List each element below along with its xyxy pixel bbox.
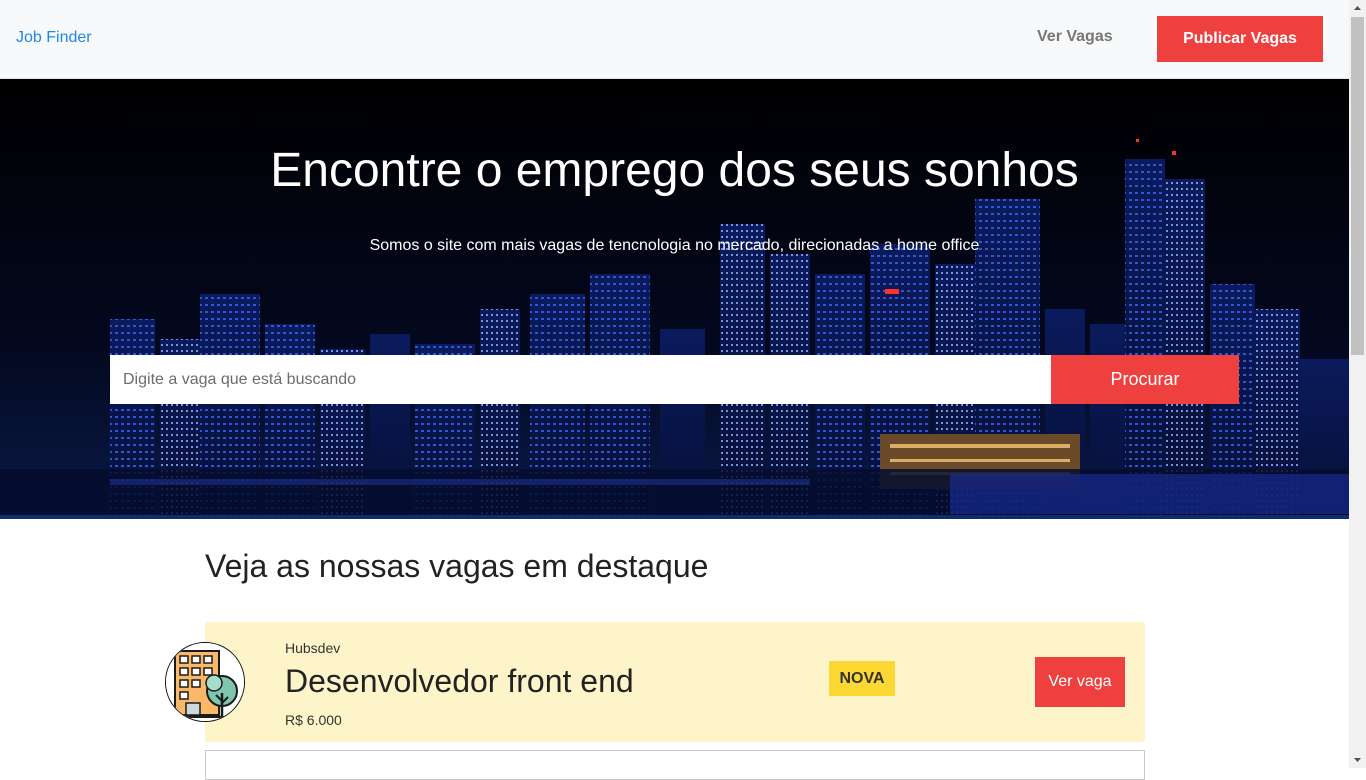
job-salary: R$ 6.000	[285, 712, 342, 728]
publish-jobs-button[interactable]: Publicar Vagas	[1157, 16, 1323, 62]
view-job-button[interactable]: Ver vaga	[1035, 657, 1125, 707]
brand-link[interactable]: Job Finder	[16, 29, 92, 47]
hero-title: Encontre o emprego dos seus sonhos	[270, 144, 1079, 197]
nav-link-view-jobs[interactable]: Ver Vagas	[1037, 28, 1113, 46]
scroll-up-arrow-icon[interactable]	[1349, 0, 1366, 17]
job-search-input[interactable]	[110, 355, 1051, 404]
scroll-down-arrow-icon[interactable]	[1349, 751, 1366, 768]
navbar: Job Finder Ver Vagas Publicar Vagas	[0, 0, 1349, 79]
building-tree-icon	[165, 642, 245, 722]
search-button[interactable]: Procurar	[1051, 355, 1239, 404]
featured-jobs-heading: Veja as nossas vagas em destaque	[205, 548, 709, 584]
job-company: Hubsdev	[285, 640, 341, 656]
new-badge: NOVA	[829, 661, 895, 696]
job-title: Desenvolvedor front end	[285, 663, 634, 699]
hero-subtitle: Somos o site com mais vagas de tencnolog…	[369, 237, 980, 254]
hero-bottom-border	[0, 515, 1349, 519]
job-card	[205, 750, 1145, 780]
scrollbar-thumb[interactable]	[1351, 17, 1364, 355]
